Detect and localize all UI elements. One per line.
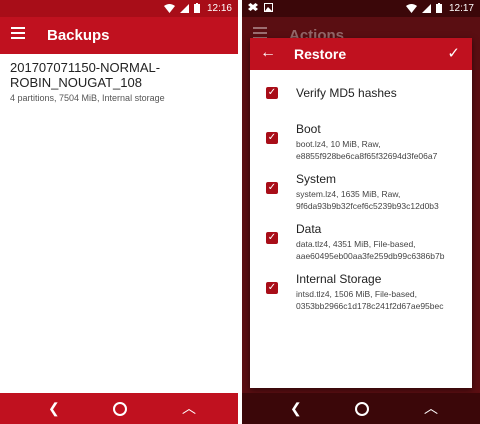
backup-list-item[interactable]: 201707071150-NORMAL- ROBIN_NOUGAT_108 4 … — [10, 60, 230, 103]
option-detail-line1: data.tlz4, 4351 MiB, File-based, — [296, 239, 416, 249]
backup-meta: 4 partitions, 7504 MiB, Internal storage — [10, 93, 165, 103]
option-detail: system.lz4, 1635 MiB, Raw, 9f6da93b9b32f… — [296, 188, 476, 212]
option-label: Boot — [296, 122, 321, 136]
backups-screen: 12:16 Backups 201707071150-NORMAL- ROBIN… — [0, 0, 238, 424]
option-label: Data — [296, 222, 322, 236]
status-icons — [406, 3, 442, 13]
notification-icons — [248, 3, 273, 12]
check-icon[interactable]: ✓ — [447, 44, 460, 62]
signal-icon — [422, 3, 431, 13]
restore-screen: 12:17 Actions ← Restore ✓ ✓ Verify MD5 h… — [242, 0, 480, 424]
option-detail: data.tlz4, 4351 MiB, File-based, aae6049… — [296, 238, 476, 262]
option-detail-line1: system.lz4, 1635 MiB, Raw, — [296, 189, 401, 199]
nav-recents-icon[interactable]: ︿ — [182, 401, 196, 415]
nav-bar: ❮ ︿ — [0, 393, 238, 424]
signal-icon — [180, 3, 189, 13]
page-title: Backups — [47, 27, 110, 44]
checkbox-checked-icon[interactable]: ✓ — [266, 232, 278, 244]
nav-back-icon[interactable]: ❮ — [290, 401, 302, 415]
nav-home-icon[interactable] — [355, 402, 369, 416]
wifi-icon — [164, 3, 175, 13]
option-detail-line1: boot.lz4, 10 MiB, Raw, — [296, 139, 381, 149]
status-icons — [164, 3, 200, 13]
option-detail: intsd.tlz4, 1506 MiB, File-based, 0353bb… — [296, 288, 476, 312]
status-bar: 12:17 — [242, 0, 480, 17]
checkbox-checked-icon[interactable]: ✓ — [266, 132, 278, 144]
dropbox-icon — [248, 3, 258, 11]
nav-home-icon[interactable] — [113, 402, 127, 416]
option-detail: boot.lz4, 10 MiB, Raw, e8855f928be6ca8f6… — [296, 138, 476, 162]
status-time: 12:17 — [448, 3, 474, 14]
option-detail-line2: 9f6da93b9b32fcef6c5239b93c12d0b3 — [296, 201, 439, 211]
backup-name: 201707071150-NORMAL- ROBIN_NOUGAT_108 — [10, 60, 230, 90]
option-detail-line2: aae60495eb00aa3fe259db99c6386b7b — [296, 251, 445, 261]
option-label: Internal Storage — [296, 272, 382, 286]
checkbox-checked-icon[interactable]: ✓ — [266, 87, 278, 99]
hamburger-icon[interactable] — [11, 27, 25, 39]
status-bar: 12:16 — [0, 0, 238, 17]
nav-bar: ❮ ︿ — [242, 393, 480, 424]
backup-name-line2: ROBIN_NOUGAT_108 — [10, 75, 142, 90]
backup-name-line1: 201707071150-NORMAL- — [10, 60, 161, 75]
battery-icon — [194, 3, 200, 13]
nav-back-icon[interactable]: ❮ — [48, 401, 60, 415]
arrow-left-icon[interactable]: ← — [260, 44, 276, 62]
option-detail-line2: e8855f928be6ca8f65f32694d3fe06a7 — [296, 151, 438, 161]
option-label: Verify MD5 hashes — [296, 86, 397, 100]
dialog-title: Restore — [294, 46, 347, 62]
wifi-icon — [406, 3, 417, 13]
option-detail-line2: 0353bb2966c1d178c241f2d67ae95bec — [296, 301, 444, 311]
checkbox-checked-icon[interactable]: ✓ — [266, 182, 278, 194]
restore-dialog: ← Restore ✓ ✓ Verify MD5 hashes ✓ Boot b… — [250, 38, 472, 388]
option-label: System — [296, 172, 337, 186]
status-time: 12:16 — [206, 3, 232, 14]
dialog-toolbar: ← Restore ✓ — [250, 38, 472, 70]
image-icon — [264, 3, 273, 12]
nav-recents-icon[interactable]: ︿ — [424, 401, 438, 415]
option-detail-line1: intsd.tlz4, 1506 MiB, File-based, — [296, 289, 417, 299]
checkbox-checked-icon[interactable]: ✓ — [266, 282, 278, 294]
battery-icon — [436, 3, 442, 13]
app-bar: Backups — [0, 17, 238, 54]
